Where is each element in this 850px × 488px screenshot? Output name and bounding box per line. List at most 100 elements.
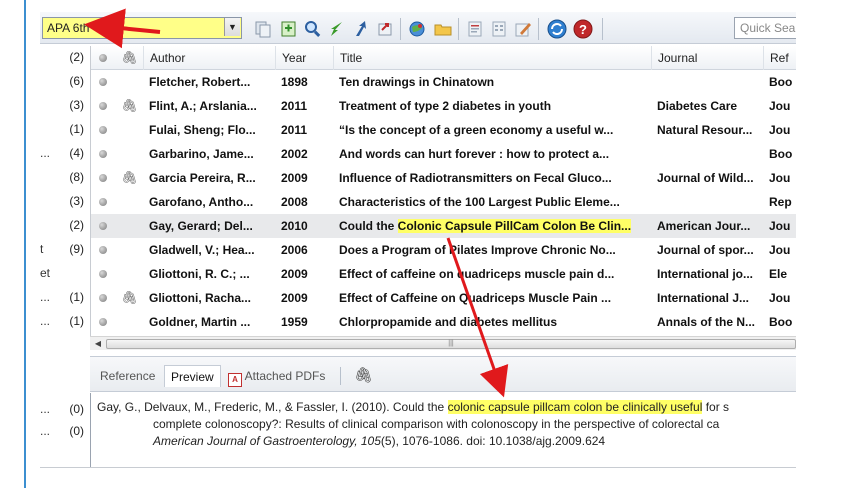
read-status-icon bbox=[99, 270, 107, 278]
group-item[interactable]: t (9) bbox=[40, 238, 90, 262]
cell-ref-type: Boo bbox=[769, 147, 793, 161]
cell-ref-type: Jou bbox=[769, 171, 791, 185]
column-author[interactable]: Author bbox=[143, 46, 275, 70]
chevron-down-icon[interactable]: ▼ bbox=[224, 18, 240, 36]
scroll-left-icon[interactable]: ◀ bbox=[92, 337, 104, 350]
cell-year: 2011 bbox=[281, 123, 308, 137]
column-title[interactable]: Title bbox=[333, 46, 651, 70]
folder-icon[interactable] bbox=[432, 18, 454, 40]
find-icon[interactable] bbox=[302, 18, 324, 40]
table-row[interactable]: 🖇 Garcia Pereira, R... 2009 Influence of Ra… bbox=[91, 166, 796, 190]
group-item[interactable]: ... (1) bbox=[40, 286, 90, 310]
read-status-icon bbox=[99, 150, 107, 158]
quick-search-input[interactable]: Quick Sea bbox=[734, 17, 796, 39]
column-year[interactable]: Year bbox=[275, 46, 333, 70]
table-row[interactable]: Garofano, Antho... 2008 Characteristics of… bbox=[91, 190, 796, 214]
preview-line-1: Gay, G., Delvaux, M., Frederic, M., & Fa… bbox=[97, 400, 729, 414]
insert-citation-icon[interactable] bbox=[464, 18, 486, 40]
cell-ref-type: Ele bbox=[769, 267, 788, 281]
group-item[interactable]: ... (0) bbox=[40, 420, 90, 444]
group-count: (4) bbox=[69, 146, 84, 160]
title-text: Does a Program of Pilates Improve Chroni… bbox=[339, 243, 616, 257]
table-row[interactable]: Garbarino, Jame... 2002 And words can hurt… bbox=[91, 142, 796, 166]
table-row[interactable]: Gay, Gerard; Del... 2010 Could the Colonic… bbox=[91, 214, 796, 238]
cell-year: 2002 bbox=[281, 147, 308, 161]
group-item[interactable]: (3) bbox=[40, 190, 90, 214]
cell-journal: Journal of spor... bbox=[657, 243, 754, 257]
group-count: (3) bbox=[69, 98, 84, 112]
group-item[interactable]: (2) bbox=[40, 46, 90, 70]
column-journal[interactable]: Journal bbox=[651, 46, 763, 70]
group-item[interactable]: ... (0) bbox=[40, 398, 90, 422]
import-icon[interactable] bbox=[326, 18, 348, 40]
table-row[interactable]: Fulai, Sheng; Flo... 2011 “Is the concept … bbox=[91, 118, 796, 142]
cell-ref-type: Jou bbox=[769, 219, 791, 233]
read-status-icon bbox=[99, 174, 107, 182]
reference-list: 🖇 Author Year Title Journal Ref Fletcher… bbox=[90, 46, 796, 350]
export-icon[interactable] bbox=[350, 18, 372, 40]
group-count: (1) bbox=[69, 290, 84, 304]
open-link-icon[interactable] bbox=[374, 18, 396, 40]
cell-year: 1898 bbox=[281, 75, 308, 89]
group-item[interactable]: ... (1) bbox=[40, 310, 90, 334]
horizontal-scrollbar[interactable]: ◀ ||| bbox=[90, 336, 796, 350]
group-item[interactable]: ... (4) bbox=[40, 142, 90, 166]
copy-icon[interactable] bbox=[252, 18, 274, 40]
edit-icon[interactable] bbox=[512, 18, 534, 40]
cell-author: Garofano, Antho... bbox=[149, 195, 254, 209]
cell-title: Effect of Caffeine on Quadriceps Muscle … bbox=[333, 286, 651, 310]
table-row[interactable]: Fletcher, Robert... 1898 Ten drawings in C… bbox=[91, 70, 796, 94]
group-item[interactable]: (1) bbox=[40, 118, 90, 142]
cell-title: “Is the concept of a green economy a use… bbox=[333, 118, 651, 142]
cell-author: Garcia Pereira, R... bbox=[149, 171, 256, 185]
tab-reference[interactable]: Reference bbox=[94, 365, 161, 387]
cell-author: Gliottoni, R. C.; ... bbox=[149, 267, 250, 281]
title-text: Ten drawings in Chinatown bbox=[339, 75, 495, 89]
paperclip-icon[interactable]: 🖇 bbox=[348, 365, 379, 387]
group-item[interactable]: (3) bbox=[40, 94, 90, 118]
preview-line-3: American Journal of Gastroenterology, 10… bbox=[153, 434, 605, 448]
sync-icon[interactable] bbox=[546, 18, 568, 40]
cell-title: Could the Colonic Capsule PillCam Colon … bbox=[333, 214, 651, 238]
cell-year: 2009 bbox=[281, 267, 308, 281]
group-item[interactable]: (8) bbox=[40, 166, 90, 190]
svg-text:?: ? bbox=[579, 22, 587, 37]
cell-year: 2011 bbox=[281, 99, 308, 113]
new-reference-icon[interactable] bbox=[278, 18, 300, 40]
output-style-select[interactable]: APA 6th bbox=[42, 17, 242, 39]
table-row[interactable]: Gladwell, V.; Hea... 2006 Does a Program o… bbox=[91, 238, 796, 262]
table-row[interactable]: 🖇 Gliottoni, Racha... 2009 Effect of Caffei… bbox=[91, 286, 796, 310]
title-text: Treatment of type 2 diabetes in youth bbox=[339, 99, 552, 113]
toolbar-separator bbox=[602, 18, 603, 40]
attachment-icon: 🖇 bbox=[121, 98, 138, 113]
tab-preview[interactable]: Preview bbox=[164, 365, 221, 387]
cell-author: Fulai, Sheng; Flo... bbox=[149, 123, 256, 137]
scrollbar-thumb[interactable]: ||| bbox=[106, 339, 796, 349]
title-text: Could the bbox=[339, 219, 398, 233]
group-count: (0) bbox=[69, 424, 84, 438]
title-text: Influence of Radiotransmitters on Fecal … bbox=[339, 171, 612, 185]
format-bibliography-icon[interactable] bbox=[488, 18, 510, 40]
cell-title: Effect of caffeine on quadriceps muscle … bbox=[333, 262, 651, 286]
group-item[interactable]: (6) bbox=[40, 70, 90, 94]
tab-attached-pdfs[interactable]: A Attached PDFs bbox=[224, 365, 331, 387]
group-label: ... bbox=[40, 402, 51, 416]
read-status-icon bbox=[99, 126, 107, 134]
online-search-icon[interactable] bbox=[406, 18, 428, 40]
attachment-column-icon[interactable]: 🖇 bbox=[121, 49, 138, 67]
group-label: t bbox=[40, 242, 44, 256]
read-status-icon bbox=[99, 294, 107, 302]
tab-separator bbox=[340, 367, 341, 385]
toolbar-separator bbox=[538, 18, 539, 40]
attachment-icon: 🖇 bbox=[121, 290, 138, 305]
group-count: (6) bbox=[69, 74, 84, 88]
table-row[interactable]: Gliottoni, R. C.; ... 2009 Effect of caffe… bbox=[91, 262, 796, 286]
group-item[interactable]: et bbox=[40, 262, 90, 286]
read-status-column-icon[interactable] bbox=[99, 54, 107, 62]
group-item[interactable]: (2) bbox=[40, 214, 90, 238]
help-icon[interactable]: ? bbox=[572, 18, 594, 40]
table-row[interactable]: Goldner, Martin ... 1959 Chlorpropamide an… bbox=[91, 310, 796, 334]
group-label: ... bbox=[40, 314, 51, 328]
column-ref-type[interactable]: Ref bbox=[763, 46, 796, 70]
table-row[interactable]: 🖇 Flint, A.; Arslania... 2011 Treatment of … bbox=[91, 94, 796, 118]
